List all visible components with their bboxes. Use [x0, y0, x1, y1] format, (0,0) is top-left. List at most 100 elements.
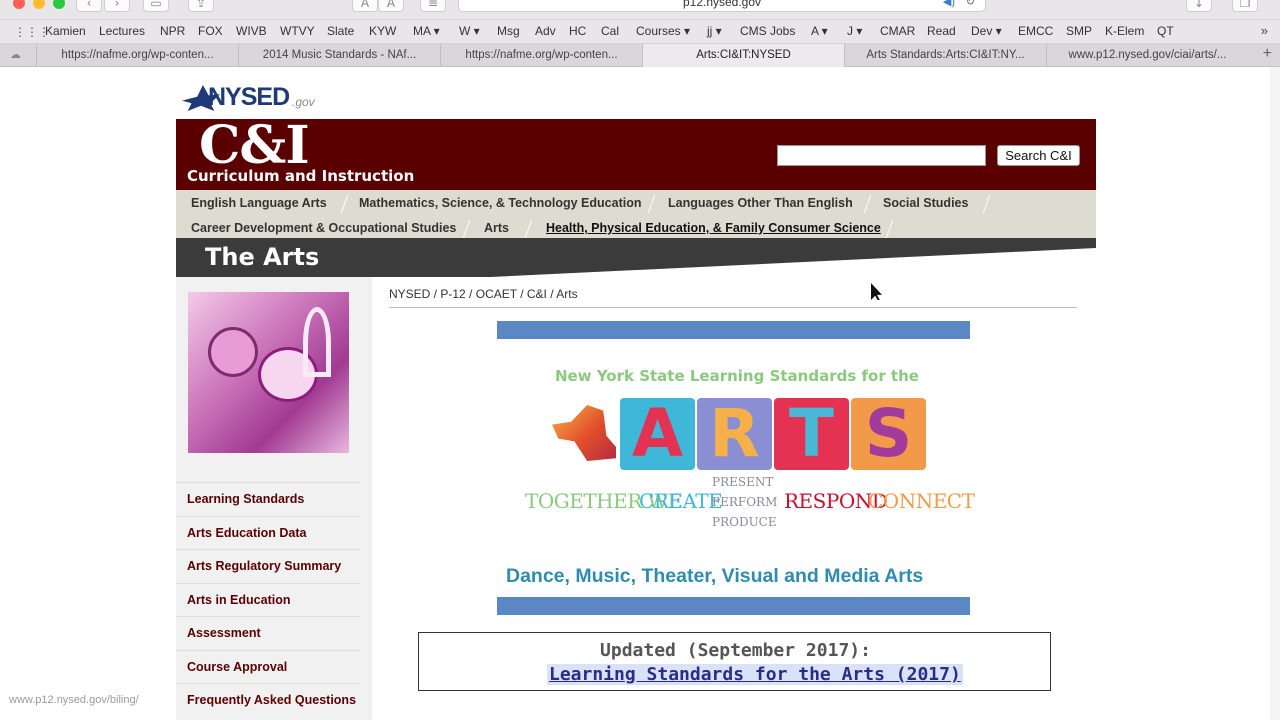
bookmark-item[interactable]: SMP	[1066, 24, 1092, 38]
breadcrumb-ci[interactable]: C&I	[527, 287, 547, 301]
grid-icon[interactable]: ⋮⋮⋮	[14, 25, 50, 39]
bookmark-item[interactable]: CMAR	[880, 24, 915, 38]
bookmark-item[interactable]: QT	[1157, 24, 1174, 38]
scrollbar-track[interactable]	[1270, 67, 1280, 720]
tagline-produce: PRODUCE	[712, 515, 777, 529]
bookmark-item[interactable]: Msg	[497, 24, 520, 38]
letter-s-block: S	[851, 398, 926, 470]
browser-tab-active[interactable]: Arts:CI&IT:NYSED	[642, 44, 844, 67]
new-tab-icon[interactable]: +	[1263, 45, 1272, 63]
bookmark-item[interactable]: Courses ▾	[636, 24, 690, 38]
bookmark-item[interactable]: A ▾	[811, 24, 828, 38]
bookmark-item[interactable]: CMS Jobs	[740, 24, 795, 38]
nysed-logo-gov: .gov	[292, 95, 315, 109]
bookmark-item[interactable]: Read	[927, 24, 956, 38]
browser-tab[interactable]: 2014 Music Standards - NAf...	[238, 44, 440, 67]
back-button[interactable]: ‹	[76, 0, 102, 12]
breadcrumb-nysed[interactable]: NYSED	[389, 287, 430, 301]
browser-tab[interactable]: www.p12.nysed.gov/ciai/arts/...	[1046, 44, 1248, 67]
disciplines-heading: Dance, Music, Theater, Visual and Media …	[506, 565, 924, 587]
tabs-overview-button[interactable]: ❐	[1232, 0, 1258, 12]
bookmark-item[interactable]: Adv	[535, 24, 556, 38]
status-bar-url: www.p12.nysed.gov/biling/	[0, 690, 166, 710]
bookmark-item[interactable]: MA ▾	[413, 24, 440, 38]
browser-tab[interactable]: Arts Standards:Arts:CI&IT:NY...	[844, 44, 1046, 67]
address-bar[interactable]: p12.nysed.gov ◀) ↻	[458, 0, 986, 12]
nav-lote[interactable]: Languages Other Than English	[668, 196, 853, 210]
bookmark-item[interactable]: J ▾	[847, 24, 862, 38]
sidebar-item-assessment[interactable]: Assessment	[176, 616, 360, 650]
nav-separator	[340, 195, 349, 213]
letter-a-block: A	[620, 398, 695, 470]
bookmark-item[interactable]: jj ▾	[707, 24, 722, 38]
learning-standards-link[interactable]: Learning Standards for the Arts (2017)	[547, 664, 963, 685]
nav-ela[interactable]: English Language Arts	[191, 196, 327, 210]
bookmark-item[interactable]: Cal	[601, 24, 619, 38]
bookmark-item[interactable]: Slate	[327, 24, 354, 38]
sidebar-item-learning-standards[interactable]: Learning Standards	[176, 482, 360, 516]
cloud-icon[interactable]: ☁	[10, 48, 21, 61]
sidebar-item-arts-regulatory-summary[interactable]: Arts Regulatory Summary	[176, 549, 360, 583]
bookmark-item[interactable]: HC	[569, 24, 586, 38]
sidebar-item-course-approval[interactable]: Course Approval	[176, 649, 360, 684]
reload-icon[interactable]: ↻	[966, 0, 975, 11]
bookmark-item[interactable]: Lectures	[99, 24, 145, 38]
bookmark-item[interactable]: WTVY	[280, 24, 315, 38]
nav-cdos[interactable]: Career Development & Occupational Studie…	[191, 221, 456, 235]
bookmark-item[interactable]: Kamien	[45, 24, 86, 38]
text-larger-button[interactable]: A	[378, 0, 404, 12]
bookmark-item[interactable]: WIVB	[236, 24, 267, 38]
bookmark-item[interactable]: Dev ▾	[971, 24, 1002, 38]
search-input[interactable]	[777, 145, 986, 166]
sidebar-item-faq[interactable]: Frequently Asked Questions	[176, 683, 360, 717]
top-navigation: English Language Arts Mathematics, Scien…	[176, 190, 1096, 238]
tagline-perform: PERFORM	[712, 495, 778, 509]
breadcrumb-arts: Arts	[556, 287, 578, 301]
reader-button[interactable]: ≡	[420, 0, 446, 12]
tab-bar: ☁ https://nafme.org/wp-conten... 2014 Mu…	[0, 44, 1280, 67]
main-content: NYSED / P-12 / OCAET / C&I / Arts New Yo…	[372, 277, 1096, 720]
nysed-logo[interactable]: NYSED .gov	[182, 83, 322, 113]
sidebar-item-arts-education-data[interactable]: Arts Education Data	[176, 515, 360, 550]
bookmark-item[interactable]: FOX	[198, 24, 223, 38]
share-button[interactable]: ⇪	[188, 0, 214, 12]
bookmark-item[interactable]: K-Elem	[1105, 24, 1144, 38]
bookmark-item[interactable]: NPR	[160, 24, 185, 38]
nav-separator	[863, 195, 872, 213]
search-button[interactable]: Search C&I	[997, 145, 1080, 166]
nav-separator	[982, 195, 991, 213]
breadcrumb-ocaet[interactable]: OCAET	[476, 287, 517, 301]
forward-button[interactable]: ›	[104, 0, 130, 12]
window-titlebar: ‹ › ▭ ⇪ A A ≡ p12.nysed.gov ◀) ↻ ↓ ❐	[0, 0, 1280, 20]
nav-separator	[462, 220, 471, 238]
chevron-more-icon[interactable]: »	[1261, 23, 1268, 38]
downloads-button[interactable]: ↓	[1186, 0, 1212, 12]
text-smaller-button[interactable]: A	[352, 0, 378, 12]
bookmark-item[interactable]: W ▾	[459, 24, 480, 38]
nav-mst[interactable]: Mathematics, Science, & Technology Educa…	[359, 196, 641, 210]
sidebar-toggle-button[interactable]: ▭	[143, 0, 169, 12]
minimize-window-button[interactable]	[33, 0, 45, 9]
drama-mask-icon	[208, 327, 258, 377]
nav-social-studies[interactable]: Social Studies	[883, 196, 968, 210]
sidebar-item-arts-in-education[interactable]: Arts in Education	[176, 582, 360, 617]
web-page: NYSED .gov C&I Curriculum and Instructio…	[0, 67, 1280, 720]
band-diagonal	[491, 248, 1096, 277]
treble-clef-icon	[303, 307, 331, 377]
letter-t-block: T	[774, 398, 849, 470]
bookmark-item[interactable]: EMCC	[1018, 24, 1053, 38]
browser-tab[interactable]: https://nafme.org/wp-conten...	[36, 44, 238, 67]
nav-health-pe[interactable]: Health, Physical Education, & Family Con…	[546, 221, 881, 235]
nav-arts[interactable]: Arts	[484, 221, 509, 235]
close-window-button[interactable]	[13, 0, 25, 9]
section-title-band: The Arts	[176, 238, 1096, 277]
blue-divider-bottom	[497, 597, 970, 615]
zoom-window-button[interactable]	[53, 0, 65, 9]
breadcrumb-p12[interactable]: P-12	[440, 287, 465, 301]
nysed-logo-text: NYSED	[208, 83, 290, 111]
breadcrumb: NYSED / P-12 / OCAET / C&I / Arts	[389, 287, 578, 301]
browser-tab[interactable]: https://nafme.org/wp-conten...	[440, 44, 642, 67]
speaker-icon[interactable]: ◀)	[943, 0, 955, 11]
nav-separator	[885, 220, 894, 238]
bookmark-item[interactable]: KYW	[369, 24, 396, 38]
